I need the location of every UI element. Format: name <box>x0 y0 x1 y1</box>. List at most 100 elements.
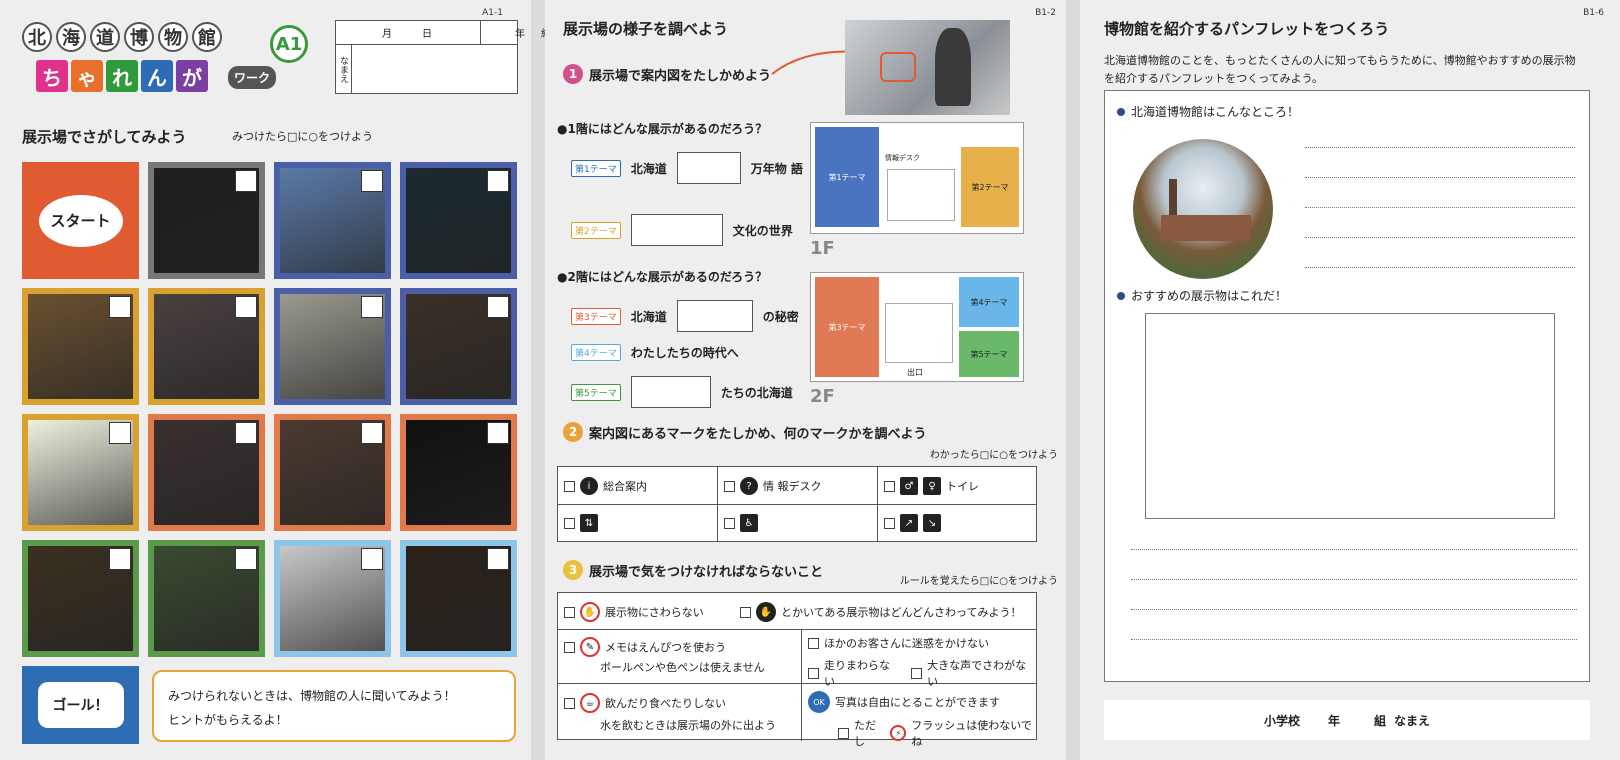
logo-char: 物 <box>158 22 188 52</box>
rule-5-text: 飲んだり食べたりしない <box>605 697 726 710</box>
mark-2-checkbox[interactable] <box>724 480 735 492</box>
start-label: スタート <box>38 194 123 247</box>
theme-3-answer-box[interactable] <box>676 300 753 332</box>
photo-grid: スタート <box>22 162 517 657</box>
rule-2-checkbox[interactable] <box>740 606 751 618</box>
rule-1-checkbox[interactable] <box>564 606 575 618</box>
name-box: 月 日 年 組 なまえ <box>335 20 551 94</box>
highlight-icon <box>880 52 916 82</box>
rule-6-checkbox[interactable] <box>838 727 849 739</box>
class-label: 組 <box>1374 713 1387 728</box>
mark-1-label: 総合案内 <box>603 480 647 493</box>
no-pen-icon: ✎ <box>580 637 600 657</box>
mark-5-checkbox[interactable] <box>724 517 735 529</box>
pamphlet-heading-1: 北海道博物館はこんなところ！ <box>1117 103 1299 120</box>
question-2f: ●2階にはどんな展示があるのだろう？ <box>557 270 768 284</box>
map-theme-2-area: 第2テーマ <box>961 147 1019 227</box>
rule-3-checkbox[interactable] <box>564 641 575 653</box>
found-checkbox[interactable] <box>109 296 131 318</box>
rule-2-text: とかいてある展示物はどんどんさわってみよう！ <box>781 606 1022 619</box>
theme-5-tag: 第5テーマ <box>571 383 621 401</box>
no-food-icon: ☕ <box>580 693 600 713</box>
theme-5-answer-box[interactable] <box>630 376 711 408</box>
writing-line[interactable] <box>1305 267 1575 268</box>
found-checkbox[interactable] <box>361 422 383 444</box>
floor-2-label: 2F <box>810 386 835 407</box>
rule-6-sub-2: フラッシュは使わないでね <box>911 719 1032 748</box>
name-field[interactable] <box>353 46 517 93</box>
no-flash-icon: ⚡ <box>890 725 907 741</box>
theme-3-tag: 第3テーマ <box>571 307 621 325</box>
toilet-male-icon: ♂ <box>900 477 918 495</box>
section-1-heading: 1 展示場で案内図をたしかめよう <box>563 64 771 84</box>
page-code: B1-2 <box>1035 8 1056 18</box>
writing-line[interactable] <box>1305 207 1575 208</box>
theme-1-tag: 第1テーマ <box>571 159 621 177</box>
writing-line[interactable] <box>1305 237 1575 238</box>
writing-line[interactable] <box>1131 549 1577 550</box>
theme-2-suffix: 文化の世界 <box>732 223 793 238</box>
drawing-area[interactable] <box>1145 313 1555 519</box>
rule-3-text: メモはえんぴつを使おう <box>605 641 726 654</box>
writing-line[interactable] <box>1305 177 1575 178</box>
theme-3-suffix: の秘密 <box>762 309 799 324</box>
exhibit-tile <box>148 162 265 279</box>
found-checkbox[interactable] <box>235 296 257 318</box>
mark-3-checkbox[interactable] <box>884 480 895 492</box>
found-checkbox[interactable] <box>235 548 257 570</box>
rule-4-checkbox[interactable] <box>808 637 819 649</box>
writing-line[interactable] <box>1131 639 1577 640</box>
rule-4b-checkbox[interactable] <box>911 667 923 679</box>
rule-5-checkbox[interactable] <box>564 697 575 709</box>
rule-3-subtext: ボールペンや色ペンは使えません <box>600 661 765 674</box>
stairs-up-icon: ↗ <box>900 514 918 532</box>
mark-6-checkbox[interactable] <box>884 517 895 529</box>
theme-5-suffix: たちの北海道 <box>720 385 793 400</box>
logo-sub-char: が <box>176 60 208 92</box>
elevator-icon: ⇅ <box>580 514 598 532</box>
building-icon <box>1161 215 1251 241</box>
found-checkbox[interactable] <box>361 170 383 192</box>
exhibit-tile <box>274 162 391 279</box>
exhibit-tile <box>148 540 265 657</box>
page-heading: 展示場でさがしてみよう <box>22 128 187 146</box>
exhibit-tile <box>400 162 517 279</box>
writing-line[interactable] <box>1305 147 1575 148</box>
found-checkbox[interactable] <box>235 170 257 192</box>
writing-line[interactable] <box>1131 579 1577 580</box>
logo-sub-char: ゃ <box>71 60 103 92</box>
exhibit-tile <box>400 288 517 405</box>
found-checkbox[interactable] <box>487 170 509 192</box>
number-3-icon: 3 <box>563 560 583 580</box>
logo-title: 北海道博物館 <box>22 22 222 52</box>
found-checkbox[interactable] <box>109 422 131 444</box>
found-checkbox[interactable] <box>361 296 383 318</box>
floor-map-2f: 第3テーマ 第4テーマ 第5テーマ 出口 <box>810 272 1024 382</box>
logo-char: 海 <box>56 22 86 52</box>
found-checkbox[interactable] <box>487 422 509 444</box>
logo-char: 道 <box>90 22 120 52</box>
worksheet-page-3: B1-6 博物館を紹介するパンフレットをつくろう 北海道博物館のことを、もっとた… <box>1080 0 1620 760</box>
exhibit-tile <box>400 414 517 531</box>
question-icon: ? <box>740 477 758 495</box>
mark-4-checkbox[interactable] <box>564 517 575 529</box>
logo-subtitle: ちゃれんが <box>36 60 208 92</box>
mark-1-checkbox[interactable] <box>564 480 575 492</box>
writing-line[interactable] <box>1131 609 1577 610</box>
theme-2-answer-box[interactable] <box>630 214 723 246</box>
found-checkbox[interactable] <box>235 422 257 444</box>
exhibit-tile <box>148 288 265 405</box>
floor-map-1f: 第1テーマ 第2テーマ 情報デスク <box>810 122 1024 234</box>
map-theme-1-area: 第1テーマ <box>815 127 879 227</box>
logo-char: 博 <box>124 22 154 52</box>
section-3-heading: 3 展示場で気をつけなければならないこと <box>563 560 823 580</box>
instruction-text: みつけたら□に○をつけよう <box>232 130 373 143</box>
found-checkbox[interactable] <box>109 548 131 570</box>
found-checkbox[interactable] <box>487 296 509 318</box>
exhibit-tile <box>22 288 139 405</box>
rule-4a-checkbox[interactable] <box>808 667 819 679</box>
number-2-icon: 2 <box>563 422 583 442</box>
theme-1-answer-box[interactable] <box>676 152 741 184</box>
found-checkbox[interactable] <box>361 548 383 570</box>
found-checkbox[interactable] <box>487 548 509 570</box>
